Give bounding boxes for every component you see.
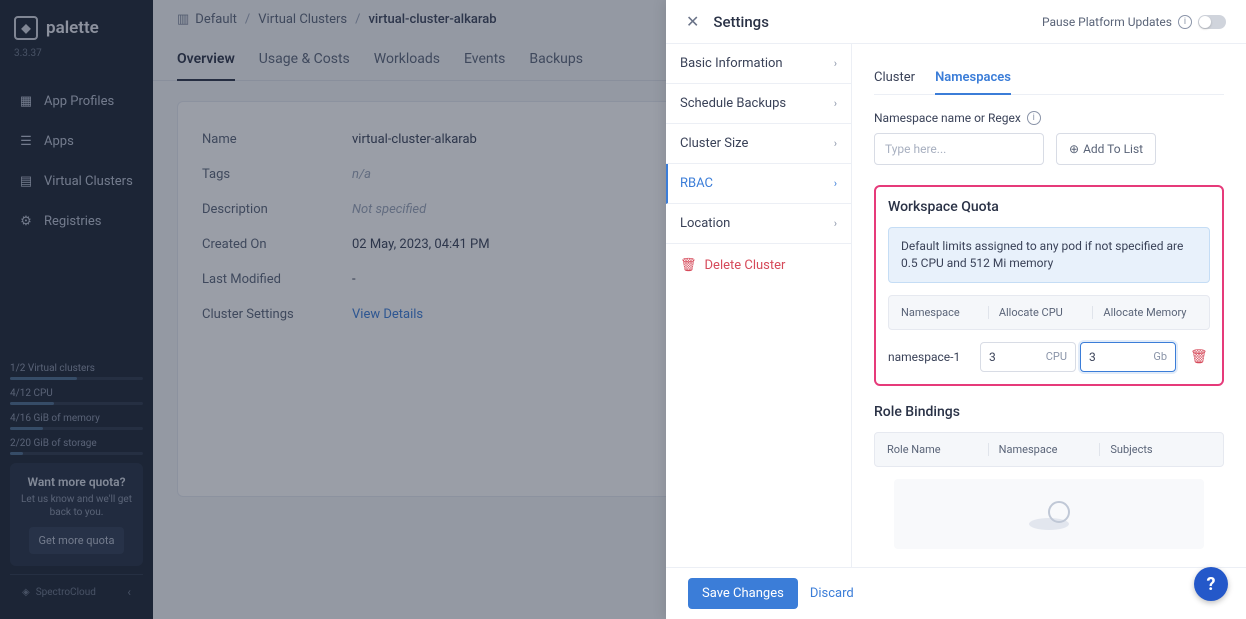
allocate-memory-input[interactable]: [1089, 350, 1129, 364]
chevron-right-icon: ›: [834, 217, 837, 230]
quota-info-box: Default limits assigned to any pod if no…: [888, 227, 1210, 283]
memory-unit-label: Gb: [1153, 350, 1167, 363]
chevron-right-icon: ›: [834, 177, 837, 190]
chevron-right-icon: ›: [834, 97, 837, 110]
memory-input-wrapper: Gb: [1080, 342, 1176, 372]
cpu-input-wrapper: CPU: [980, 342, 1076, 372]
quota-namespace-name: namespace-1: [888, 350, 976, 364]
pause-updates-control: Pause Platform Updates i: [1042, 15, 1226, 29]
settings-nav-location[interactable]: Location›: [666, 204, 851, 244]
pause-updates-toggle[interactable]: [1198, 15, 1226, 29]
settings-nav-basic[interactable]: Basic Information›: [666, 44, 851, 84]
chevron-right-icon: ›: [834, 57, 837, 70]
role-bindings-header: Role Name Namespace Subjects: [874, 432, 1224, 467]
namespace-name-input[interactable]: [874, 133, 1044, 165]
settings-footer: Save Changes Discard: [666, 567, 1246, 619]
settings-nav-backups[interactable]: Schedule Backups›: [666, 84, 851, 124]
discard-button[interactable]: Discard: [810, 578, 854, 609]
delete-row-icon[interactable]: 🗑: [1190, 349, 1208, 365]
info-icon[interactable]: i: [1027, 111, 1041, 125]
settings-nav-size[interactable]: Cluster Size›: [666, 124, 851, 164]
rbac-inner-tabs: Cluster Namespaces: [874, 62, 1224, 95]
chevron-right-icon: ›: [834, 137, 837, 150]
save-changes-button[interactable]: Save Changes: [688, 578, 798, 609]
role-bindings-title: Role Bindings: [874, 404, 1224, 420]
quota-row: namespace-1 CPU Gb 🗑: [888, 342, 1210, 372]
settings-sidebar: Basic Information› Schedule Backups› Clu…: [666, 44, 852, 567]
trash-icon: 🗑: [680, 258, 697, 273]
role-bindings-empty: [894, 479, 1204, 549]
settings-panel: ✕ Settings Pause Platform Updates i Basi…: [666, 0, 1246, 619]
workspace-quota-highlight: Workspace Quota Default limits assigned …: [874, 185, 1224, 386]
empty-illustration-icon: [1025, 494, 1073, 534]
quota-table-header: Namespace Allocate CPU Allocate Memory: [888, 295, 1210, 330]
add-to-list-button[interactable]: ⊕ Add To List: [1056, 133, 1156, 165]
close-icon[interactable]: ✕: [686, 12, 699, 31]
plus-icon: ⊕: [1069, 142, 1079, 156]
namespace-name-label: Namespace name or Regex i: [874, 111, 1224, 125]
delete-cluster-button[interactable]: 🗑 Delete Cluster: [666, 244, 851, 287]
workspace-quota-title: Workspace Quota: [888, 199, 1210, 215]
settings-nav-rbac[interactable]: RBAC›: [666, 164, 851, 204]
tab-cluster[interactable]: Cluster: [874, 62, 915, 94]
help-fab-button[interactable]: ?: [1194, 567, 1228, 601]
info-icon[interactable]: i: [1178, 15, 1192, 29]
allocate-cpu-input[interactable]: [989, 350, 1029, 364]
cpu-unit-label: CPU: [1046, 350, 1067, 363]
settings-header: ✕ Settings Pause Platform Updates i: [666, 0, 1246, 44]
settings-title: Settings: [713, 13, 769, 31]
tab-namespaces[interactable]: Namespaces: [935, 62, 1011, 95]
